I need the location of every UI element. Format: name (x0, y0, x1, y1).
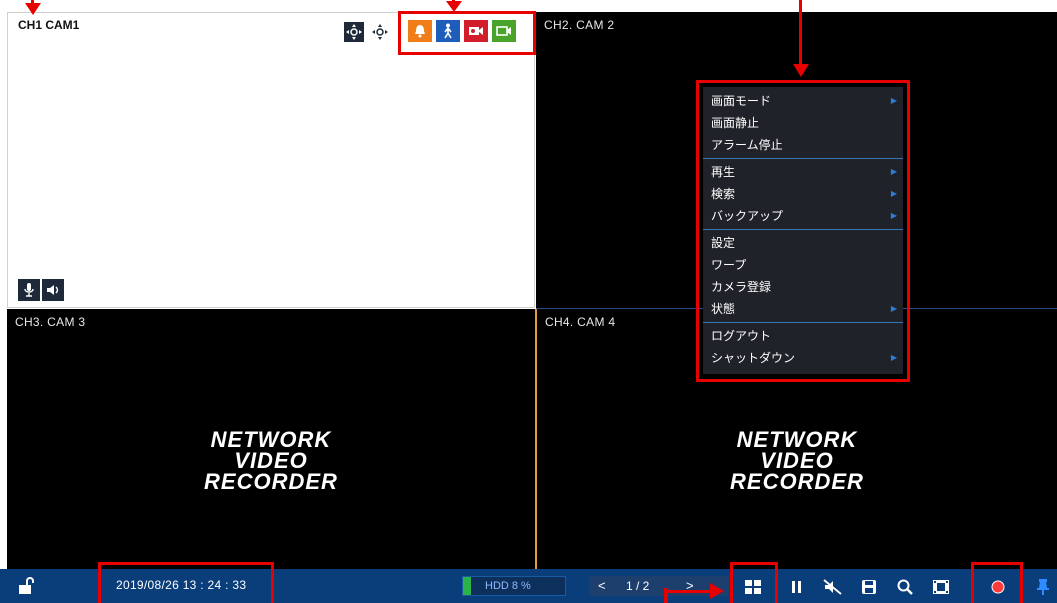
pin-icon[interactable] (1032, 576, 1054, 598)
speaker-icon[interactable] (42, 279, 64, 301)
ptz-move-icon[interactable] (344, 22, 364, 42)
hdd-usage-bar (463, 577, 472, 595)
camera-label-ch4: CH4. CAM 4 (545, 315, 616, 329)
highlight-datetime (98, 562, 274, 603)
unlock-icon[interactable] (14, 575, 38, 597)
highlight-record-button (971, 562, 1023, 603)
camera-pane-ch3[interactable]: CH3. CAM 3 NETWORK VIDEO RECORDER (7, 309, 535, 569)
annotation-arrow-tail (664, 588, 668, 603)
ptz-move-outline-icon[interactable] (370, 22, 390, 42)
annotation-arrow (666, 590, 714, 593)
camera-label-ch2: CH2. CAM 2 (544, 18, 615, 32)
playback-film-icon[interactable] (929, 576, 953, 598)
search-icon[interactable] (893, 576, 917, 598)
annotation-arrowhead (710, 583, 724, 599)
annotation-arrowhead (793, 64, 809, 77)
camera-pane-ch1[interactable]: CH1 CAM1 (7, 12, 535, 308)
annotation-arrow (799, 0, 802, 68)
camera-label-ch1: CH1 CAM1 (18, 18, 80, 32)
prev-page-button[interactable]: < (598, 578, 606, 593)
microphone-icon[interactable] (18, 279, 40, 301)
hdd-label: HDD 8 % (485, 580, 531, 592)
highlight-layout-button (730, 562, 778, 603)
mute-icon[interactable] (821, 576, 845, 598)
page-nav (589, 576, 729, 596)
nvr-logo-line3: RECORDER (204, 469, 338, 494)
save-icon[interactable] (857, 576, 881, 598)
pause-icon[interactable] (786, 576, 808, 598)
hdd-indicator: HDD 8 % (462, 576, 566, 596)
highlight-event-icons (398, 11, 536, 55)
annotation-arrowhead (446, 1, 462, 12)
highlight-context-menu (696, 80, 910, 382)
annotation-arrowhead (25, 3, 41, 15)
nvr-logo-line3: RECORDER (730, 469, 864, 494)
camera-label-ch3: CH3. CAM 3 (15, 315, 86, 329)
page-indicator: 1 / 2 (626, 579, 650, 593)
